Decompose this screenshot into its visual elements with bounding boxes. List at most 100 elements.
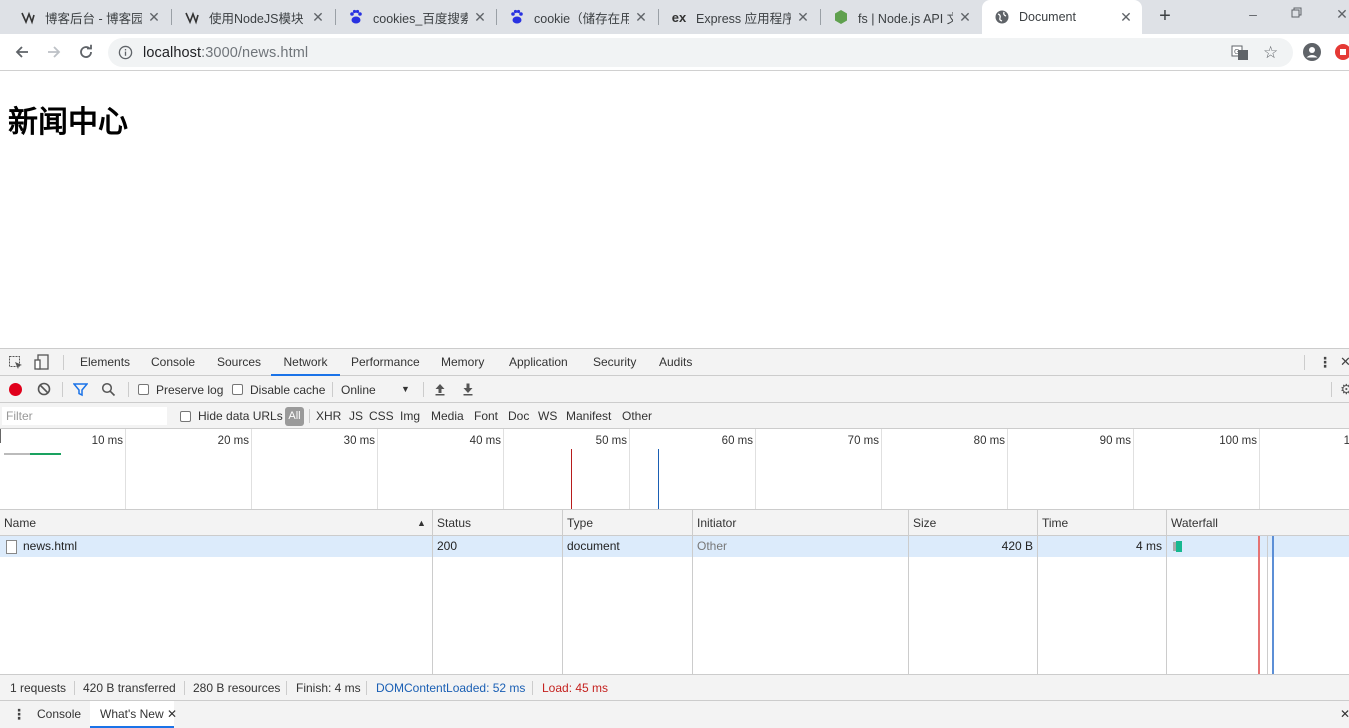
column-initiator[interactable]: Initiator	[693, 510, 736, 536]
reload-button[interactable]	[76, 42, 96, 62]
clear-icon[interactable]	[37, 382, 51, 396]
column-waterfall[interactable]: Waterfall	[1167, 510, 1218, 536]
drawer-tab-label: What's New	[100, 707, 164, 721]
filter-type-ws[interactable]: WS	[538, 403, 557, 429]
close-icon[interactable]: ✕	[633, 9, 649, 25]
url-path: :3000/news.html	[201, 45, 309, 61]
close-devtools-icon[interactable]: ✕	[1340, 354, 1349, 370]
cell-status: 200	[437, 539, 458, 553]
device-toolbar-icon[interactable]	[34, 354, 50, 370]
tab-memory[interactable]: Memory	[441, 349, 484, 376]
column-name[interactable]: Name	[0, 510, 36, 536]
separator	[63, 355, 64, 370]
browser-tab[interactable]: 使用NodeJS模块 ✕	[172, 0, 334, 34]
tab-security[interactable]: Security	[593, 349, 636, 376]
filter-type-manifest[interactable]: Manifest	[566, 403, 611, 429]
chevron-down-icon[interactable]: ▼	[401, 384, 410, 394]
browser-tab[interactable]: 博客后台 - 博客园 ✕	[8, 0, 170, 34]
close-drawer-icon[interactable]: ✕	[1340, 707, 1349, 721]
back-button[interactable]	[12, 42, 32, 62]
minimize-icon[interactable]: –	[1243, 4, 1263, 24]
star-icon[interactable]: ☆	[1263, 44, 1281, 62]
inspect-element-icon[interactable]	[8, 355, 24, 371]
restore-icon[interactable]	[1287, 4, 1307, 24]
globe-icon	[994, 9, 1010, 25]
filter-type-css[interactable]: CSS	[369, 403, 394, 429]
grid-line	[251, 429, 252, 509]
profile-icon[interactable]	[1302, 42, 1322, 62]
preserve-log-checkbox[interactable]	[138, 384, 149, 395]
more-options-icon[interactable]: ⋮	[1318, 354, 1332, 370]
column-type[interactable]: Type	[563, 510, 593, 536]
close-icon[interactable]: ✕	[146, 9, 162, 25]
translate-icon[interactable]: G	[1231, 44, 1249, 62]
baidu-icon	[348, 9, 364, 25]
search-icon[interactable]	[101, 382, 116, 397]
download-icon[interactable]	[461, 382, 475, 396]
drawer-tab-console[interactable]: Console	[37, 701, 81, 728]
page-heading: 新闻中心	[8, 105, 128, 140]
new-tab-button[interactable]: +	[1155, 6, 1175, 26]
info-icon[interactable]	[118, 45, 133, 60]
column-time[interactable]: Time	[1038, 510, 1068, 536]
disable-cache-checkbox[interactable]	[232, 384, 243, 395]
close-icon[interactable]: ✕	[472, 9, 488, 25]
dom-content-loaded-marker	[658, 449, 659, 509]
tab-performance[interactable]: Performance	[351, 349, 420, 376]
browser-tab[interactable]: cookies_百度搜索 ✕	[336, 0, 496, 34]
grid-line	[503, 429, 504, 509]
url-text[interactable]: localhost:3000/news.html	[143, 45, 308, 61]
summary-resources: 280 B resources	[193, 681, 281, 695]
close-icon[interactable]: ✕	[1118, 9, 1134, 25]
network-overview[interactable]: 10 ms 20 ms 30 ms 40 ms 50 ms 60 ms 70 m…	[0, 429, 1349, 510]
address-bar[interactable]: localhost:3000/news.html G ☆	[108, 38, 1293, 67]
filter-icon[interactable]	[72, 382, 89, 397]
filter-type-js[interactable]: JS	[349, 403, 363, 429]
browser-tab[interactable]: cookie（储存在用 ✕	[497, 0, 657, 34]
waterfall-dom-loaded-line	[1272, 536, 1274, 674]
filter-type-doc[interactable]: Doc	[508, 403, 529, 429]
drawer-tab-whats-new[interactable]: What's New	[90, 701, 174, 728]
browser-tab-active[interactable]: Document ✕	[982, 0, 1142, 34]
svg-text:G: G	[1234, 48, 1239, 56]
record-icon[interactable]	[9, 383, 22, 396]
tab-network[interactable]: Network	[271, 349, 340, 376]
close-icon[interactable]: ✕	[957, 9, 973, 25]
grid-line	[1259, 429, 1260, 509]
preserve-log-label: Preserve log	[156, 383, 224, 397]
close-icon[interactable]: ✕	[167, 707, 177, 721]
column-status[interactable]: Status	[433, 510, 471, 536]
browser-tab[interactable]: ex Express 应用程序 ✕	[659, 0, 819, 34]
close-icon[interactable]: ✕	[310, 9, 326, 25]
tab-audits[interactable]: Audits	[659, 349, 692, 376]
close-icon[interactable]: ✕	[795, 9, 811, 25]
tab-console[interactable]: Console	[151, 349, 195, 376]
drawer-menu-icon[interactable]: ⋮	[12, 706, 26, 722]
column-size[interactable]: Size	[909, 510, 936, 536]
filter-type-all[interactable]: All	[285, 407, 304, 426]
throttle-select[interactable]: Online	[341, 383, 376, 397]
filter-type-media[interactable]: Media	[431, 403, 464, 429]
separator	[62, 382, 63, 397]
forward-button[interactable]	[44, 42, 64, 62]
filter-type-img[interactable]: Img	[400, 403, 420, 429]
extension-icon[interactable]	[1334, 43, 1349, 61]
gear-icon[interactable]: ⚙	[1340, 381, 1349, 397]
close-window-icon[interactable]: ✕	[1332, 4, 1349, 24]
filter-type-xhr[interactable]: XHR	[316, 403, 341, 429]
filter-type-font[interactable]: Font	[474, 403, 498, 429]
tab-title: Express 应用程序	[696, 11, 791, 26]
filter-type-other[interactable]: Other	[622, 403, 652, 429]
express-icon: ex	[671, 9, 687, 25]
tab-sources[interactable]: Sources	[217, 349, 261, 376]
load-marker	[571, 449, 572, 509]
separator	[128, 382, 129, 397]
table-row[interactable]: news.html 200 document Other 420 B 4 ms	[0, 536, 1349, 557]
tab-application[interactable]: Application	[509, 349, 568, 376]
browser-tab[interactable]: fs | Node.js API 文 ✕	[821, 0, 981, 34]
hide-data-urls-checkbox[interactable]	[180, 411, 191, 422]
upload-icon[interactable]	[433, 382, 447, 396]
tab-elements[interactable]: Elements	[80, 349, 130, 376]
status-bar: 1 requests 420 B transferred 280 B resou…	[0, 674, 1349, 700]
filter-input[interactable]: Filter	[2, 407, 167, 425]
